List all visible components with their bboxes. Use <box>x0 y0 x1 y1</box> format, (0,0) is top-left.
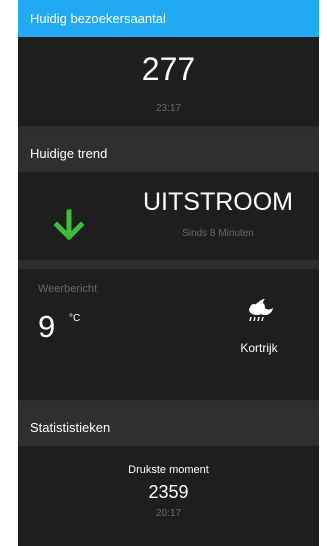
visitors-title: Huidig bezoekersaantal <box>30 11 166 26</box>
trend-since: Sinds 8 Minuten <box>182 228 254 239</box>
trend-panel: UITSTROOM Sinds 8 Minuten <box>18 172 319 260</box>
busiest-time: 20:17 <box>155 508 182 519</box>
visitors-header: Huidig bezoekersaantal <box>18 0 319 37</box>
visitor-time: 23:17 <box>155 103 182 114</box>
stats-panel: Drukste moment 2359 20:17 <box>18 446 319 546</box>
section-divider <box>18 400 319 409</box>
app-container: Huidig bezoekersaantal 277 23:17 Huidige… <box>18 0 319 546</box>
night-rain-icon <box>249 299 273 322</box>
busiest-value: 2359 <box>148 482 189 502</box>
weather-title: Weerbericht <box>38 283 98 295</box>
visitors-panel: 277 23:17 <box>18 37 319 126</box>
trend-header: Huidige trend <box>18 135 319 172</box>
section-divider <box>18 260 319 269</box>
section-divider <box>18 126 319 135</box>
visitor-count: 277 <box>141 51 196 87</box>
trend-label: UITSTROOM <box>143 188 293 216</box>
stats-header: Statististieken <box>18 409 319 446</box>
arrow-down-icon <box>53 209 85 241</box>
stats-title: Statististieken <box>30 420 111 435</box>
weather-city: Kortrijk <box>240 341 278 355</box>
busiest-label: Drukste moment <box>128 464 209 476</box>
trend-title: Huidige trend <box>30 146 108 161</box>
weather-panel: Weerbericht 9 °C Kortrijk <box>18 269 319 400</box>
weather-temperature: 9 <box>38 309 56 344</box>
weather-unit: °C <box>69 313 81 324</box>
